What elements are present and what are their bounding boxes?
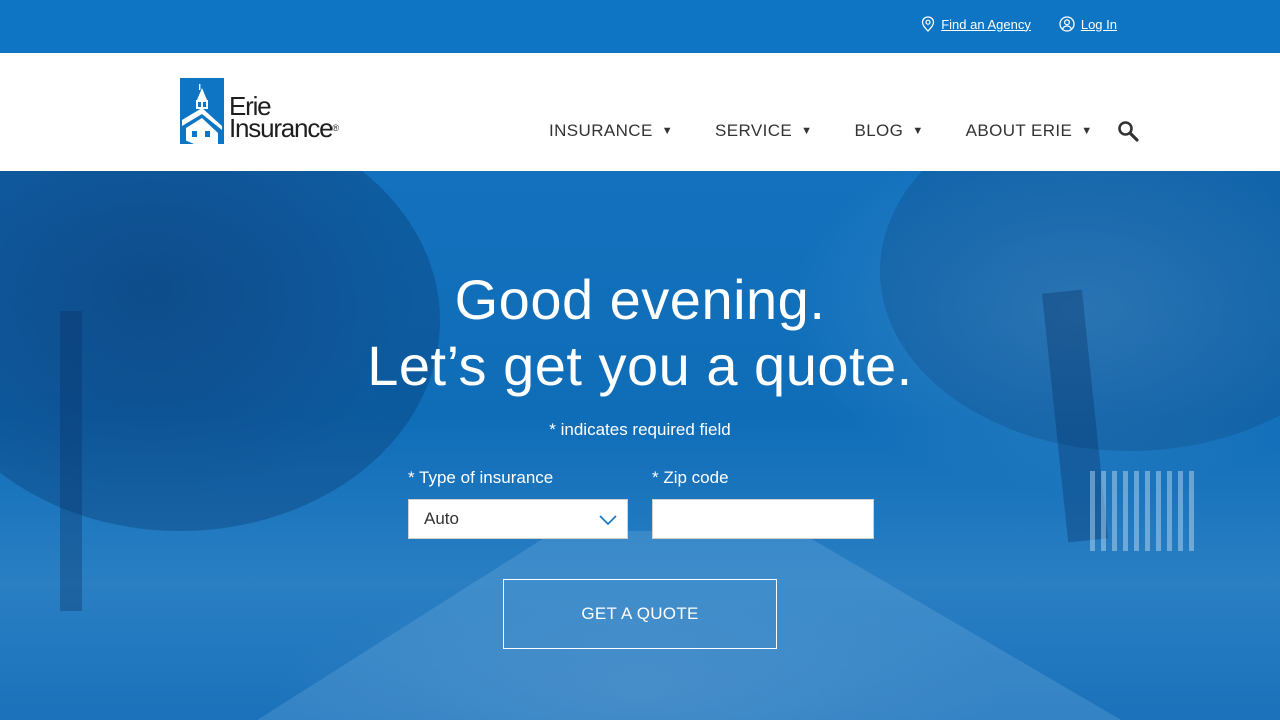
logo-insurance-text: Insurance — [229, 113, 334, 143]
login-label: Log In — [1080, 16, 1117, 32]
main-nav: INSURANCE ▼ SERVICE ▼ BLOG ▼ ABOUT ERIE … — [549, 120, 1139, 142]
registered-mark: ® — [332, 123, 340, 133]
insurance-type-label: * Type of insurance — [408, 468, 554, 487]
nav-item-service[interactable]: SERVICE ▼ — [715, 121, 812, 141]
caret-down-icon: ▼ — [912, 125, 924, 137]
find-agency-link[interactable]: Find an Agency — [921, 16, 1031, 32]
background-fence — [1090, 471, 1200, 551]
insurance-type-select[interactable]: Auto — [408, 499, 628, 539]
nav-item-insurance[interactable]: INSURANCE ▼ — [549, 121, 673, 141]
nav-item-label: ABOUT ERIE — [965, 121, 1073, 140]
location-pin-icon — [922, 16, 935, 32]
user-icon — [1059, 16, 1075, 32]
hero-quote-section: Good evening. Let’s get you a quote. * i… — [0, 171, 1280, 720]
erie-insurance-logo[interactable]: Erie Insurance® — [180, 78, 339, 144]
nav-item-blog[interactable]: BLOG ▼ — [854, 121, 923, 141]
nav-item-label: SERVICE — [715, 121, 793, 140]
nav-item-label: INSURANCE — [549, 121, 653, 140]
insurance-type-value: Auto — [424, 509, 459, 528]
caret-down-icon: ▼ — [801, 125, 813, 137]
required-field-note: * indicates required field — [549, 420, 731, 439]
nav-item-label: BLOG — [854, 121, 904, 140]
nav-item-about-erie[interactable]: ABOUT ERIE ▼ — [966, 121, 1093, 141]
headline-line-1: Good evening. — [454, 268, 826, 331]
utility-bar: Find an Agency Log In — [0, 0, 1280, 53]
caret-down-icon: ▼ — [1081, 125, 1093, 137]
caret-down-icon: ▼ — [661, 125, 674, 137]
login-link[interactable]: Log In — [1059, 16, 1117, 32]
zip-code-label: * Zip code — [652, 468, 729, 487]
logo-line-insurance: Insurance® — [229, 115, 340, 141]
get-a-quote-button[interactable]: GET A QUOTE — [503, 579, 777, 649]
search-icon[interactable] — [1117, 120, 1139, 142]
zip-code-input[interactable] — [652, 499, 874, 539]
hero-headline: Good evening. Let’s get you a quote. — [0, 267, 1280, 399]
logo-wordmark: Erie Insurance® — [229, 93, 340, 141]
chevron-down-icon — [599, 515, 617, 526]
find-agency-label: Find an Agency — [941, 16, 1031, 32]
headline-line-2: Let’s get you a quote. — [367, 334, 913, 397]
utility-links: Find an Agency Log In — [921, 16, 1117, 32]
erie-building-logo-icon — [180, 78, 224, 144]
site-header: Erie Insurance® INSURANCE ▼ SERVICE ▼ BL… — [0, 53, 1280, 171]
